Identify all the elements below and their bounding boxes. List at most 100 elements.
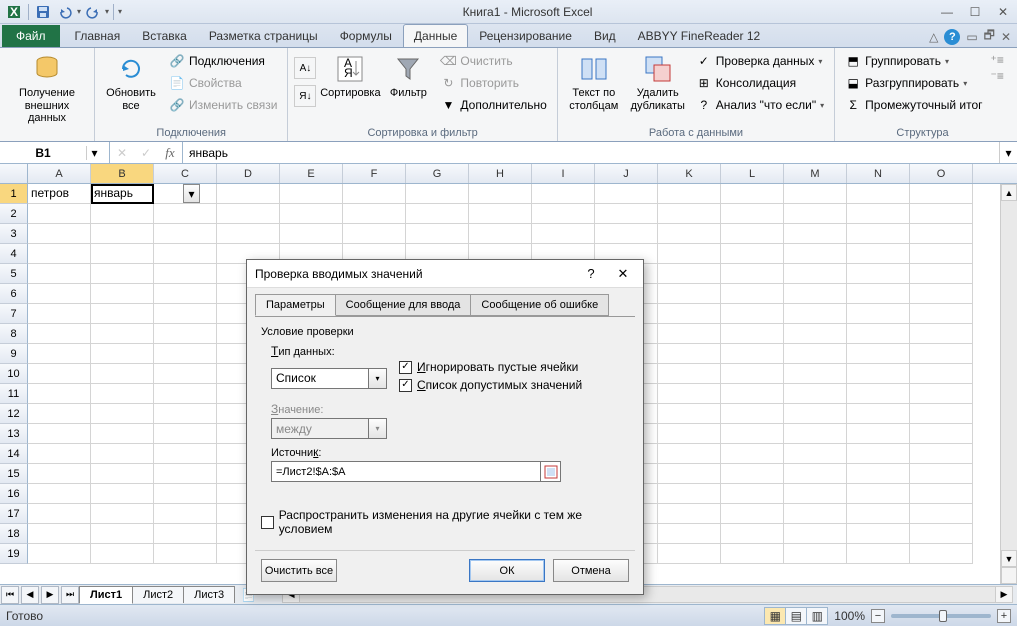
col-header[interactable]: H — [469, 164, 532, 183]
col-header[interactable]: E — [280, 164, 343, 183]
page-layout-view-icon[interactable]: ▤ — [785, 607, 807, 625]
col-header[interactable]: D — [217, 164, 280, 183]
row-header[interactable]: 13 — [0, 424, 28, 444]
col-header[interactable]: J — [595, 164, 658, 183]
name-box[interactable]: ▾ — [0, 142, 110, 163]
type-select[interactable]: Список ▾ — [271, 368, 387, 389]
row-header[interactable]: 6 — [0, 284, 28, 304]
row-header[interactable]: 7 — [0, 304, 28, 324]
zoom-thumb[interactable] — [939, 610, 947, 622]
undo-dropdown-icon[interactable]: ▾ — [77, 7, 81, 16]
ignore-blank-checkbox[interactable]: ✓ — [399, 361, 412, 374]
row-header[interactable]: 12 — [0, 404, 28, 424]
col-header[interactable]: C — [154, 164, 217, 183]
tab-data[interactable]: Данные — [403, 24, 468, 47]
zoom-label[interactable]: 100% — [834, 609, 865, 623]
row-header[interactable]: 10 — [0, 364, 28, 384]
row-header[interactable]: 3 — [0, 224, 28, 244]
undo-icon[interactable] — [55, 2, 75, 22]
scroll-up-icon[interactable]: ▲ — [1001, 184, 1017, 201]
clear-all-button[interactable]: Очистить все — [261, 559, 337, 582]
vertical-scrollbar[interactable]: ▲ ▼ — [1000, 184, 1017, 584]
close-icon[interactable]: ✕ — [989, 2, 1017, 22]
ungroup-button[interactable]: ⬓Разгруппировать▾ — [841, 73, 986, 93]
group-button[interactable]: ⬒Группировать▾ — [841, 51, 986, 71]
hide-detail-icon[interactable]: ⁻≡ — [991, 69, 1004, 83]
cancel-formula-icon[interactable]: ✕ — [110, 146, 134, 160]
sheet-tab[interactable]: Лист1 — [79, 586, 133, 604]
name-box-dropdown-icon[interactable]: ▾ — [86, 146, 102, 160]
advanced-filter-button[interactable]: ▼Дополнительно — [436, 95, 550, 115]
name-box-input[interactable] — [0, 146, 86, 160]
workbook-close-icon[interactable]: ✕ — [1001, 30, 1011, 44]
refresh-all-button[interactable]: Обновить все — [101, 51, 161, 114]
col-header[interactable]: K — [658, 164, 721, 183]
expand-formula-bar-icon[interactable]: ▾ — [999, 142, 1017, 163]
show-detail-icon[interactable]: ⁺≡ — [991, 53, 1004, 67]
tab-view[interactable]: Вид — [583, 24, 627, 47]
cell-a1[interactable]: петров — [28, 184, 91, 204]
first-sheet-icon[interactable]: ⏮ — [1, 586, 19, 604]
col-header[interactable]: A — [28, 164, 91, 183]
row-header[interactable]: 19 — [0, 544, 28, 564]
formula-input[interactable] — [183, 142, 999, 163]
workbook-minimize-icon[interactable]: ▭ — [966, 30, 977, 44]
sheet-tab[interactable]: Лист2 — [132, 586, 184, 603]
row-header[interactable]: 2 — [0, 204, 28, 224]
col-header[interactable]: M — [784, 164, 847, 183]
scroll-down-icon[interactable]: ▼ — [1001, 550, 1017, 567]
sort-desc-icon[interactable]: Я↓ — [294, 85, 316, 107]
row-header[interactable]: 14 — [0, 444, 28, 464]
ok-button[interactable]: ОК — [469, 559, 545, 582]
row-header[interactable]: 8 — [0, 324, 28, 344]
connections-button[interactable]: 🔗Подключения — [165, 51, 281, 71]
zoom-slider[interactable] — [891, 614, 991, 618]
redo-dropdown-icon[interactable]: ▾ — [105, 7, 109, 16]
cancel-button[interactable]: Отмена — [553, 559, 629, 582]
minimize-icon[interactable]: — — [933, 2, 961, 22]
col-header[interactable]: G — [406, 164, 469, 183]
col-header[interactable]: I — [532, 164, 595, 183]
redo-icon[interactable] — [83, 2, 103, 22]
data-validation-button[interactable]: ✓Проверка данных▾ — [692, 51, 828, 71]
what-if-button[interactable]: ?Анализ "что если"▾ — [692, 95, 828, 115]
get-external-data-button[interactable]: Получение внешних данных — [6, 51, 88, 127]
col-header[interactable]: L — [721, 164, 784, 183]
col-header[interactable]: B — [91, 164, 154, 183]
clear-filter-button[interactable]: ⌫Очистить — [436, 51, 550, 71]
source-input[interactable] — [272, 466, 540, 478]
row-header[interactable]: 4 — [0, 244, 28, 264]
sheet-tab[interactable]: Лист3 — [183, 586, 235, 603]
prev-sheet-icon[interactable]: ◀ — [21, 586, 39, 604]
next-sheet-icon[interactable]: ▶ — [41, 586, 59, 604]
dialog-titlebar[interactable]: Проверка вводимых значений ? ✕ — [247, 260, 643, 288]
save-icon[interactable] — [33, 2, 53, 22]
row-header[interactable]: 16 — [0, 484, 28, 504]
tab-error-alert[interactable]: Сообщение об ошибке — [470, 294, 609, 316]
cell-b1[interactable]: январь — [91, 184, 154, 204]
filter-button[interactable]: Фильтр — [384, 51, 432, 102]
workbook-restore-icon[interactable]: 🗗 — [984, 26, 995, 47]
select-all-corner[interactable] — [0, 164, 28, 183]
tab-insert[interactable]: Вставка — [131, 24, 198, 47]
row-header[interactable]: 5 — [0, 264, 28, 284]
help-icon[interactable]: ? — [944, 29, 960, 45]
sort-asc-icon[interactable]: A↓ — [294, 57, 316, 79]
in-cell-dropdown-checkbox[interactable]: ✓ — [399, 379, 412, 392]
row-header[interactable]: 17 — [0, 504, 28, 524]
row-header[interactable]: 9 — [0, 344, 28, 364]
insert-function-icon[interactable]: fx — [158, 145, 182, 161]
reapply-button[interactable]: ↻Повторить — [436, 73, 550, 93]
sort-button[interactable]: AЯ Сортировка — [320, 51, 380, 102]
zoom-in-icon[interactable]: + — [997, 609, 1011, 623]
tab-home[interactable]: Главная — [64, 24, 132, 47]
zoom-out-icon[interactable]: − — [871, 609, 885, 623]
maximize-icon[interactable]: ☐ — [961, 2, 989, 22]
subtotal-button[interactable]: ΣПромежуточный итог — [841, 95, 986, 115]
last-sheet-icon[interactable]: ⏭ — [61, 586, 79, 604]
minimize-ribbon-icon[interactable]: △ — [929, 30, 938, 44]
chevron-down-icon[interactable]: ▾ — [368, 369, 386, 388]
tab-input-message[interactable]: Сообщение для ввода — [335, 294, 472, 316]
enter-formula-icon[interactable]: ✓ — [134, 146, 158, 160]
consolidate-button[interactable]: ⊞Консолидация — [692, 73, 828, 93]
